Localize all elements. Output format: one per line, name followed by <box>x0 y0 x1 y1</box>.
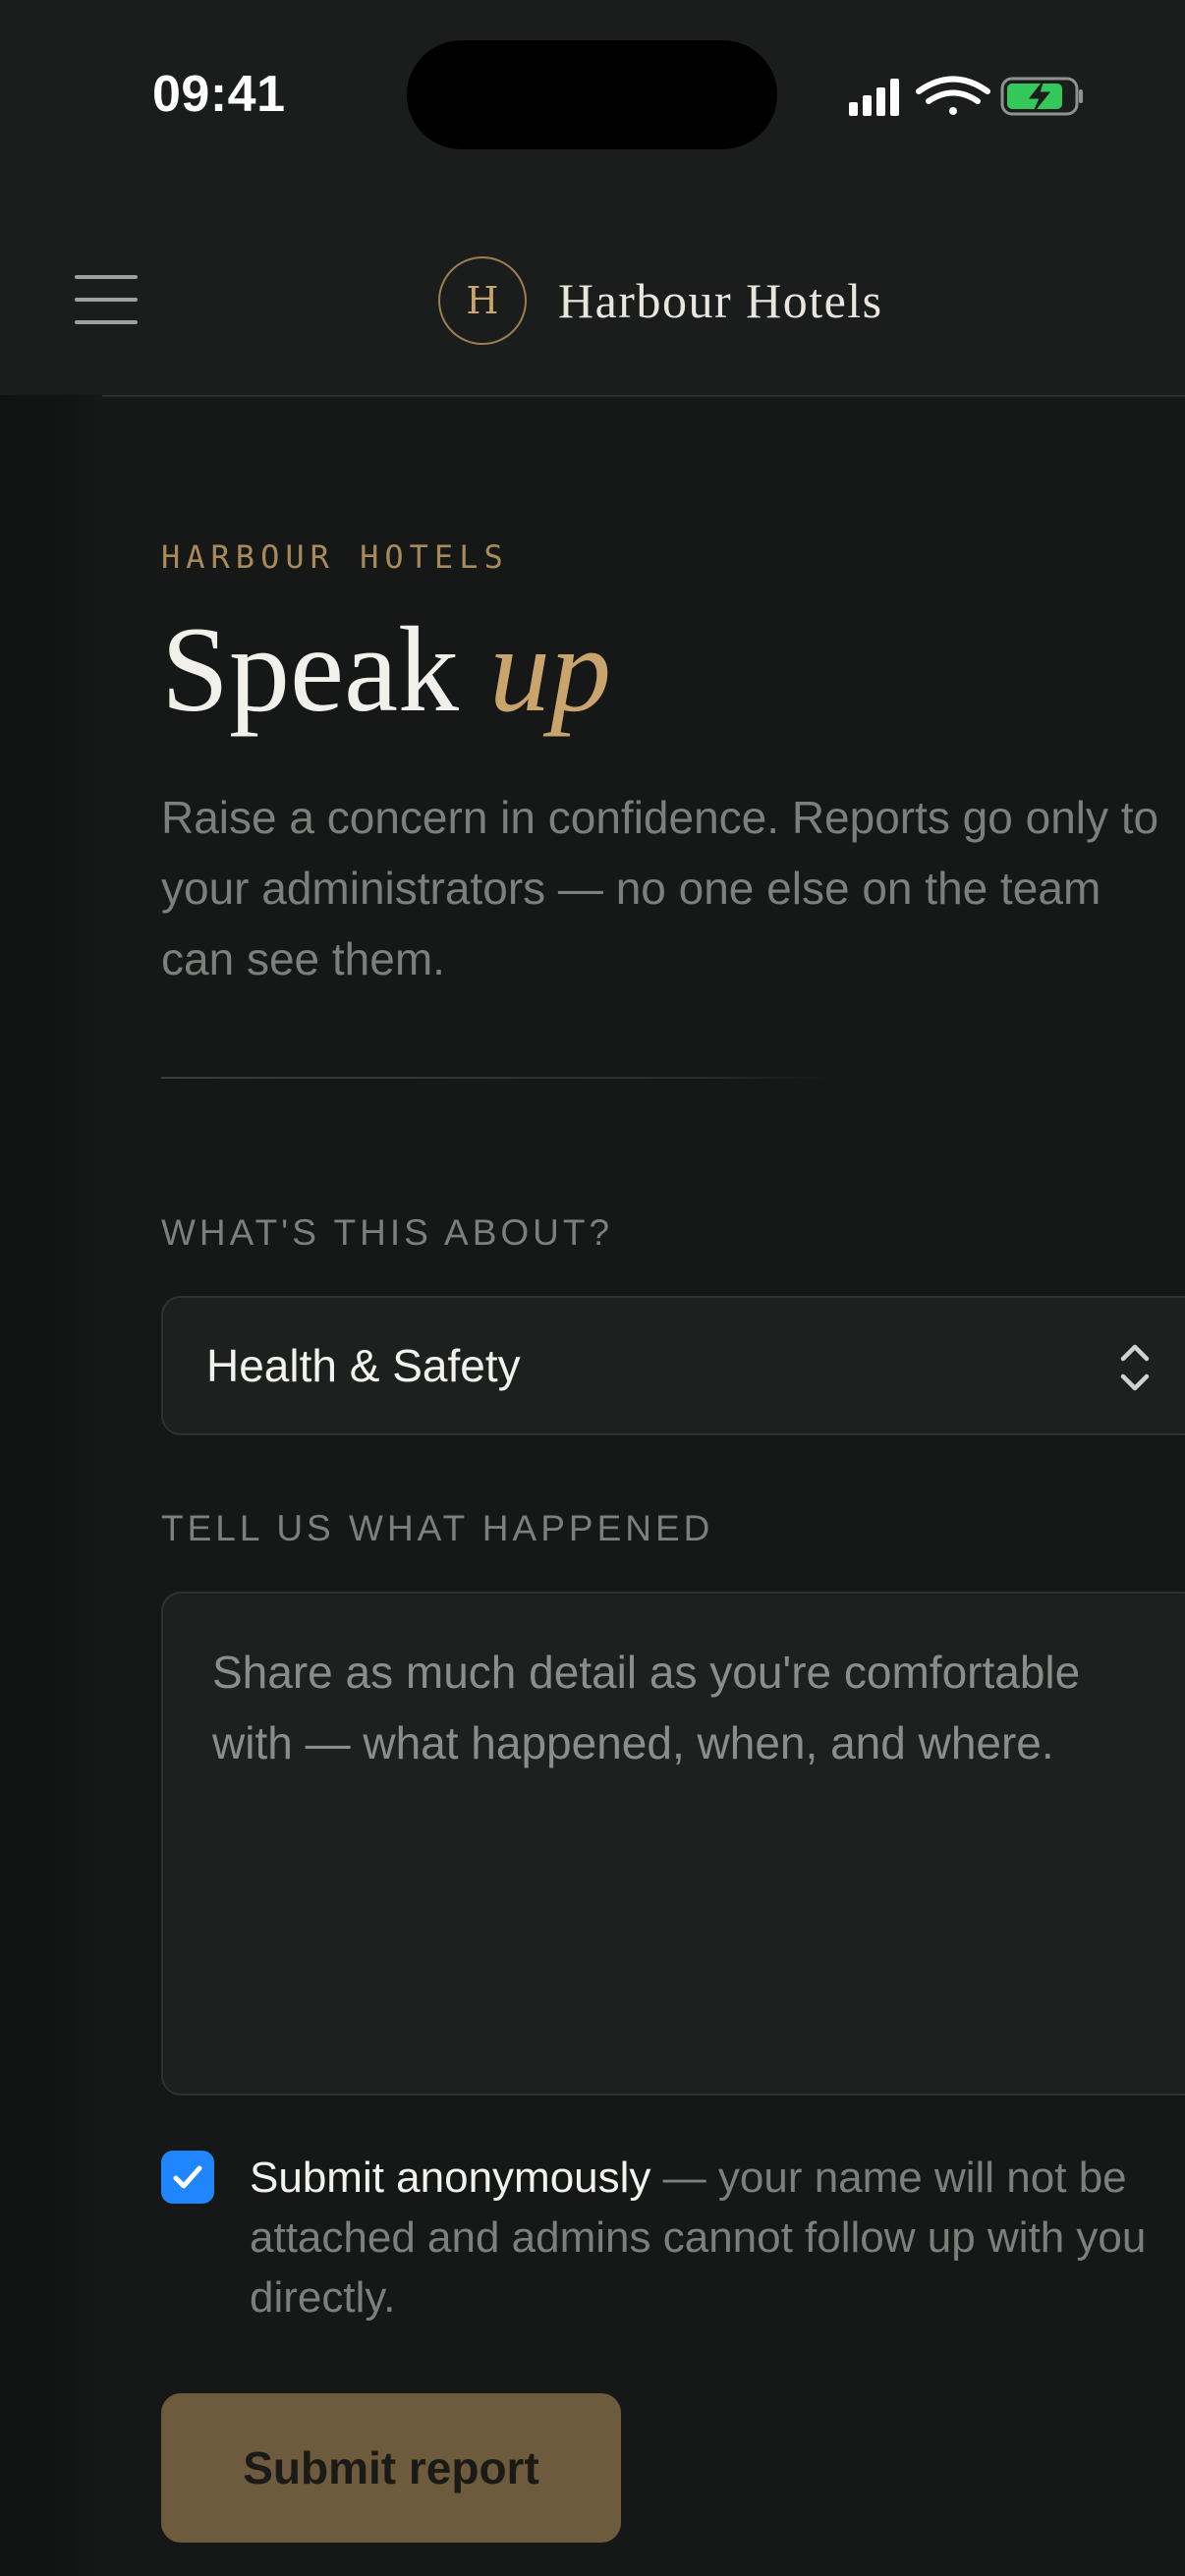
status-icons <box>847 75 1083 118</box>
intro-text: Raise a concern in confidence. Reports g… <box>161 792 1159 984</box>
page-title: Speak up <box>161 609 611 731</box>
anonymous-label[interactable]: Submit anonymously — your name will not … <box>250 2148 1185 2327</box>
topic-select-value: Health & Safety <box>206 1340 521 1391</box>
cellular-signal-icon <box>849 79 899 116</box>
chevron-up-down-icon <box>1120 1344 1150 1391</box>
submit-report-button[interactable]: Submit report <box>161 2393 621 2543</box>
status-bar: 09:41 <box>0 0 1185 193</box>
checkmark-icon <box>173 2165 202 2189</box>
topic-label: WHAT'S THIS ABOUT? <box>161 1212 614 1253</box>
details-label: TELL US WHAT HAPPENED <box>161 1508 714 1548</box>
title-accent: up <box>489 602 612 737</box>
page-gutter <box>0 395 102 2576</box>
battery-charging-icon <box>1000 77 1083 116</box>
brand-logo: H <box>438 256 527 345</box>
brand-name: Harbour Hotels <box>558 273 883 328</box>
anonymous-label-title: Submit anonymously <box>250 2154 651 2202</box>
wifi-icon <box>916 76 990 115</box>
dynamic-island <box>407 40 777 149</box>
brand[interactable]: H Harbour Hotels <box>438 253 883 348</box>
details-textarea[interactable]: Share as much detail as you're comfortab… <box>161 1592 1185 2096</box>
title-main: Speak <box>161 602 460 737</box>
status-time: 09:41 <box>152 66 286 123</box>
hamburger-menu-icon[interactable] <box>75 275 138 324</box>
topic-select[interactable]: Health & Safety <box>161 1296 1185 1435</box>
anonymous-checkbox[interactable] <box>161 2151 214 2204</box>
form-eyebrow: HARBOUR HOTELS <box>161 538 509 576</box>
divider <box>161 1077 829 1079</box>
submit-report-label: Submit report <box>243 2442 539 2493</box>
details-placeholder: Share as much detail as you're comfortab… <box>212 1647 1081 1768</box>
